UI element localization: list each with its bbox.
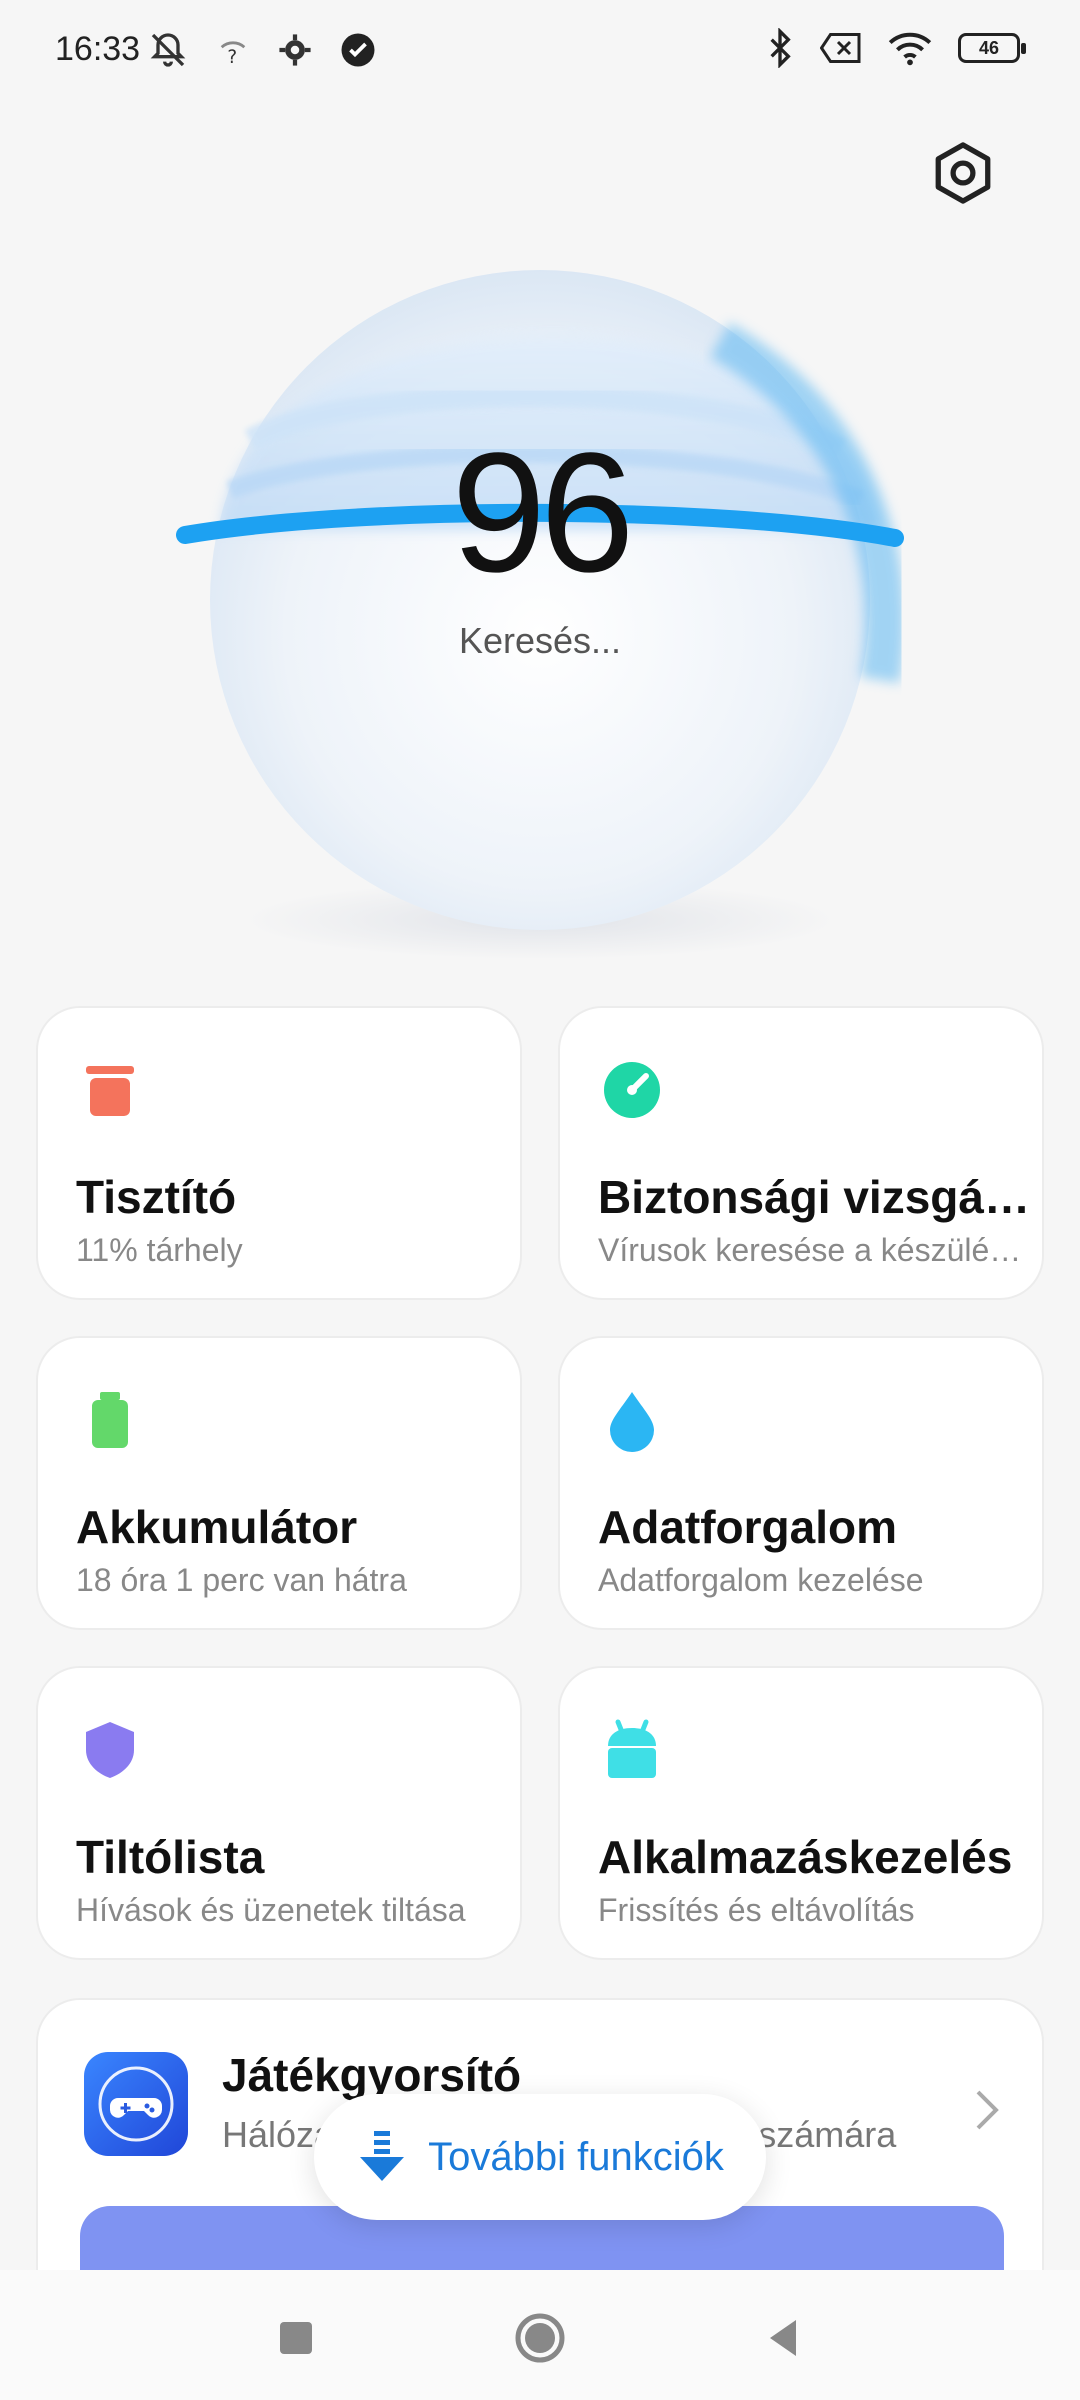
trash-icon [86, 1066, 134, 1116]
gear-icon [279, 34, 311, 66]
recents-icon[interactable] [268, 2310, 324, 2366]
navigation-bar [0, 2270, 1080, 2400]
muted-bell-icon [150, 33, 186, 67]
card-data-usage[interactable]: Adatforgalom Adatforgalom kezelése [558, 1336, 1044, 1630]
card-blocklist[interactable]: Tiltólista Hívások és üzenetek tiltása [36, 1666, 522, 1960]
card-app-manager[interactable]: Alkalmazáskezelés Frissítés és eltávolít… [558, 1666, 1044, 1960]
wifi-question-icon: ? [220, 41, 246, 67]
android-icon [608, 1719, 656, 1778]
status-time: 16:33 [55, 30, 141, 68]
hexagon-settings-icon[interactable] [930, 140, 996, 206]
home-icon[interactable] [512, 2310, 568, 2366]
battery-icon: 46 [958, 33, 1026, 63]
no-sim-icon [820, 33, 861, 63]
card-title: Biztonsági vizsgálat [598, 1171, 1030, 1223]
card-subtitle: Vírusok keresése a készüléken [598, 1232, 1030, 1268]
svg-text:?: ? [227, 47, 237, 67]
check-circle-icon [341, 33, 375, 67]
card-subtitle: Adatforgalom kezelése [598, 1562, 924, 1598]
card-title: Alkalmazáskezelés [598, 1831, 1013, 1883]
card-subtitle: 11% tárhely [76, 1232, 243, 1268]
bluetooth-icon [770, 28, 791, 68]
speedometer-icon [604, 1062, 660, 1118]
shield-icon [86, 1722, 134, 1778]
more-features-label: További funkciók [428, 2134, 724, 2179]
card-title: Tisztító [76, 1171, 237, 1223]
battery-level: 46 [978, 38, 1000, 58]
card-subtitle: 18 óra 1 perc van hátra [76, 1562, 407, 1598]
chevron-right-icon [976, 2090, 999, 2130]
wifi-icon [888, 32, 932, 66]
droplet-icon [610, 1392, 654, 1452]
card-subtitle: Hívások és üzenetek tiltása [76, 1892, 466, 1928]
battery-card-icon [92, 1392, 128, 1448]
card-security-scan[interactable]: Biztonsági vizsgálat Vírusok keresése a … [558, 1006, 1044, 1300]
gamepad-icon [84, 2052, 188, 2156]
more-features-button[interactable]: További funkciók [314, 2094, 766, 2220]
card-subtitle: Frissítés és eltávolítás [598, 1892, 915, 1928]
back-icon[interactable] [756, 2310, 812, 2366]
card-title: Adatforgalom [598, 1501, 897, 1553]
card-title: Tiltólista [76, 1831, 265, 1883]
status-bar: 16:33 ? 46 [0, 0, 1080, 100]
download-arrow-icon [360, 2131, 405, 2181]
card-cleaner[interactable]: Tisztító 11% tárhely [36, 1006, 522, 1300]
score-value: 96 [451, 418, 634, 608]
scan-status: Keresés... [458, 620, 622, 661]
card-battery[interactable]: Akkumulátor 18 óra 1 perc van hátra [36, 1336, 522, 1630]
card-title: Akkumulátor [76, 1501, 358, 1553]
